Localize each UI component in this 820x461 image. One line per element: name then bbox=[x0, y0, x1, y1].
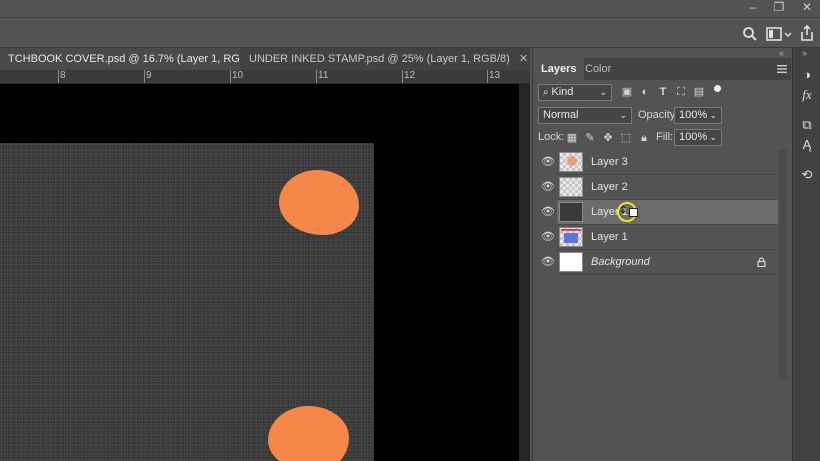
chevron-down-icon: ⌄ bbox=[619, 110, 627, 120]
ruler-tick bbox=[144, 70, 145, 83]
layer-thumbnail bbox=[559, 227, 583, 247]
options-bar bbox=[0, 18, 820, 48]
panel-menu-icon[interactable] bbox=[777, 64, 787, 74]
chevron-down-icon: ⌄ bbox=[599, 87, 607, 97]
adjustment-filter-icon[interactable]: ◐ bbox=[639, 86, 651, 98]
layer-row-layer-1-selected[interactable]: 👁︎ Layer 1 ⇕ bbox=[541, 200, 778, 225]
layers-panel: « Layers Color ⌕ Kind ⌄ ▣ ◐ T ⛶ ▤ Normal… bbox=[532, 48, 791, 461]
pixel-filter-icon[interactable]: ▣ bbox=[621, 86, 633, 98]
workspace-icon[interactable] bbox=[766, 26, 792, 42]
ruler-tick bbox=[230, 70, 231, 83]
layer-row-layer-1[interactable]: 👁︎ Layer 1 bbox=[541, 225, 778, 250]
minimize-button[interactable]: – bbox=[740, 0, 766, 16]
ruler-tick bbox=[402, 70, 403, 83]
layer-row-layer-3[interactable]: 👁︎ Layer 3 bbox=[541, 150, 778, 175]
opacity-value: 100% bbox=[679, 109, 708, 121]
lock-icon bbox=[757, 257, 766, 267]
title-bar: – ❐ ✕ bbox=[0, 0, 820, 18]
adjustments-icon[interactable]: ◑ bbox=[797, 66, 817, 84]
lock-label: Lock: bbox=[538, 131, 565, 143]
photoshop-window: – ❐ ✕ TCHBOOK COVER.psd @ 16.7% (Layer 1… bbox=[0, 0, 820, 461]
close-tab-icon[interactable]: ✕ bbox=[519, 53, 528, 65]
eye-icon[interactable]: 👁︎ bbox=[541, 181, 555, 193]
search-icon[interactable] bbox=[742, 26, 758, 42]
panel-dock-strip: » ◑ fx ⧉ Ą ⟲ bbox=[792, 48, 820, 461]
tab-color[interactable]: Color bbox=[577, 58, 619, 80]
drag-cursor-icon: ⇕ bbox=[619, 205, 628, 216]
drag-layer-ghost-icon bbox=[629, 208, 638, 217]
tab-sketchbook-cover[interactable]: TCHBOOK COVER.psd @ 16.7% (Layer 1, RGB/… bbox=[0, 48, 240, 70]
layer-thumbnail bbox=[559, 252, 583, 272]
ruler-tick bbox=[487, 70, 488, 83]
chevron-down-icon: ⌄ bbox=[709, 110, 717, 120]
lock-transparent-icon[interactable]: ▦ bbox=[566, 132, 578, 144]
eye-icon[interactable]: 👁︎ bbox=[541, 156, 555, 168]
layer-row-layer-2[interactable]: 👁︎ Layer 2 bbox=[541, 175, 778, 200]
close-window-button[interactable]: ✕ bbox=[794, 0, 820, 16]
ruler-tick bbox=[316, 70, 317, 83]
tab-label: UNDER INKED STAMP.psd @ 25% (Layer 1, RG… bbox=[249, 53, 510, 65]
lock-position-move-icon[interactable]: ✥ bbox=[602, 132, 614, 144]
panel-scrollbar[interactable] bbox=[779, 150, 787, 380]
layer-name: Layer 2 bbox=[591, 181, 628, 193]
restore-button[interactable]: ❐ bbox=[766, 0, 792, 16]
ruler-number: 9 bbox=[146, 70, 152, 81]
fx-styles-icon[interactable]: fx bbox=[797, 86, 817, 104]
eye-icon[interactable]: 👁︎ bbox=[541, 256, 555, 268]
filter-value: Kind bbox=[551, 86, 574, 98]
fill-field[interactable]: 100% ⌄ bbox=[674, 129, 722, 146]
eye-icon[interactable]: 👁︎ bbox=[541, 231, 555, 243]
layer-row-background[interactable]: 👁︎ Background bbox=[541, 250, 778, 275]
ruler-number: 8 bbox=[60, 70, 66, 81]
document-tab-bar: TCHBOOK COVER.psd @ 16.7% (Layer 1, RGB/… bbox=[0, 48, 530, 70]
orange-dot-shape bbox=[279, 170, 359, 235]
ruler-number: 12 bbox=[404, 70, 416, 81]
history-icon[interactable]: ⟲ bbox=[797, 166, 817, 184]
smart-object-filter-icon[interactable]: ▤ bbox=[693, 86, 705, 98]
expand-icon[interactable]: » bbox=[802, 48, 807, 58]
chevron-down-icon: ⌄ bbox=[709, 132, 717, 142]
libraries-icon[interactable]: ⧉ bbox=[797, 116, 817, 134]
tab-label: TCHBOOK COVER.psd @ 16.7% (Layer 1, RGB/… bbox=[8, 53, 240, 65]
lock-artboard-icon[interactable]: ⬚ bbox=[620, 132, 632, 144]
opacity-field[interactable]: 100% ⌄ bbox=[674, 107, 722, 124]
orange-dot-shape bbox=[268, 406, 349, 461]
layer-thumbnail bbox=[559, 177, 583, 197]
lock-image-brush-icon[interactable]: ✎ bbox=[584, 132, 596, 144]
panel-tab-bar: Layers Color bbox=[533, 58, 791, 80]
layer-thumbnail bbox=[559, 202, 583, 222]
lock-all-icon[interactable]: 🔒︎ bbox=[638, 132, 650, 144]
canvas-area[interactable] bbox=[0, 84, 530, 461]
layer-name: Background bbox=[591, 256, 650, 268]
collapse-icon[interactable]: « bbox=[779, 48, 784, 58]
horizontal-ruler: 8 9 10 11 12 13 bbox=[0, 70, 530, 84]
fill-value: 100% bbox=[679, 131, 708, 143]
layer-name: Layer 1 bbox=[591, 231, 628, 243]
layer-name: Layer 3 bbox=[591, 156, 628, 168]
ruler-number: 13 bbox=[489, 70, 501, 81]
blend-mode-select[interactable]: Normal ⌄ bbox=[538, 107, 632, 124]
tab-under-inked-stamp[interactable]: UNDER INKED STAMP.psd @ 25% (Layer 1, RG… bbox=[241, 48, 530, 70]
layer-list: 👁︎ Layer 3 👁︎ Layer 2 👁︎ Layer 1 ⇕ 👁︎ La… bbox=[541, 150, 778, 275]
layer-thumbnail bbox=[559, 152, 583, 172]
share-icon[interactable] bbox=[798, 24, 816, 42]
ruler-number: 10 bbox=[232, 70, 244, 81]
opacity-label: Opacity: bbox=[638, 109, 679, 121]
blend-mode-value: Normal bbox=[543, 109, 579, 121]
eye-icon[interactable]: 👁︎ bbox=[541, 206, 555, 218]
filter-toggle-icon[interactable] bbox=[714, 85, 721, 92]
filter-kind-select[interactable]: ⌕ Kind ⌄ bbox=[538, 84, 612, 101]
fill-label: Fill: bbox=[656, 131, 674, 143]
character-icon[interactable]: Ą bbox=[797, 136, 817, 154]
ruler-number: 11 bbox=[318, 70, 329, 81]
shape-filter-icon[interactable]: ⛶ bbox=[675, 86, 687, 98]
type-filter-icon[interactable]: T bbox=[657, 86, 669, 98]
ruler-tick bbox=[58, 70, 59, 83]
